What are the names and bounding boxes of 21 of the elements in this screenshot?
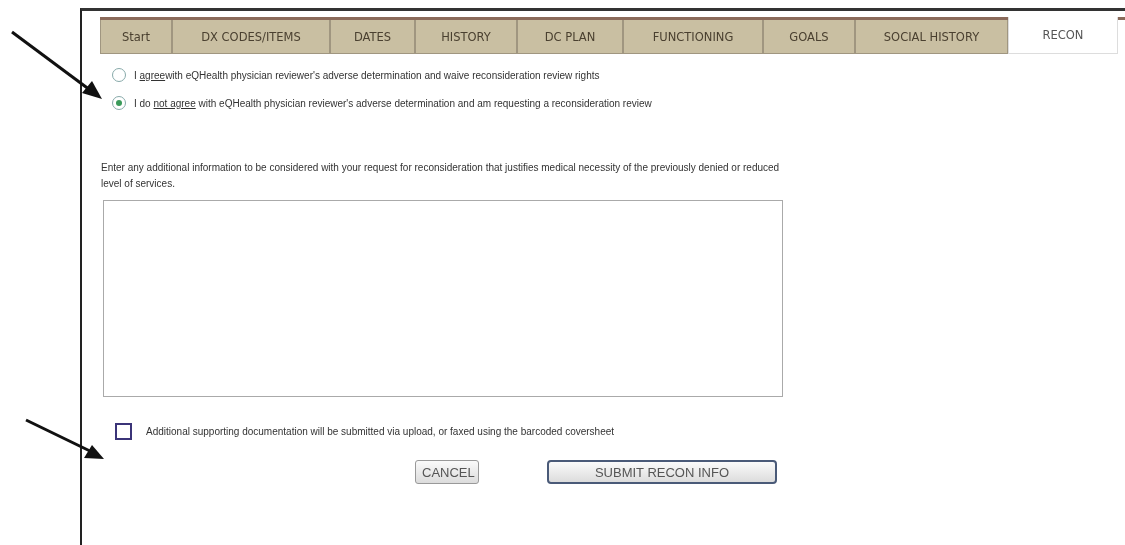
- tab[interactable]: FUNCTIONING: [623, 20, 763, 54]
- tab[interactable]: DATES: [330, 20, 415, 54]
- tab[interactable]: GOALS: [763, 20, 855, 54]
- additional-information-field[interactable]: [103, 200, 783, 397]
- tab[interactable]: HISTORY: [415, 20, 517, 54]
- tab[interactable]: DC PLAN: [517, 20, 623, 54]
- underlined-link[interactable]: not agree: [153, 97, 196, 109]
- submit-button[interactable]: SUBMIT RECON INFO: [547, 460, 777, 484]
- option-label: I agreewith eQHealth physician reviewer's adverse determination and waive reconsideration review rights: [134, 69, 600, 81]
- option-label: I do not agree with eQHealth physician reviewer's adverse determination and am requesting a reconsideration review: [134, 97, 652, 109]
- radio-button[interactable]: [112, 96, 126, 110]
- underlined-link[interactable]: agree: [139, 69, 166, 81]
- tab[interactable]: SOCIAL HISTORY: [855, 20, 1008, 54]
- tab[interactable]: Start: [100, 20, 172, 54]
- tab[interactable]: DX CODES/ITEMS: [172, 20, 330, 54]
- cancel-button[interactable]: CANCEL: [415, 460, 479, 484]
- tab[interactable]: RECON: [1008, 17, 1118, 54]
- checkbox[interactable]: [115, 423, 132, 440]
- checkbox-label: Additional supporting documentation will be submitted via upload, or faxed using the barcoded coversheet: [146, 426, 615, 437]
- radio-button[interactable]: [112, 68, 126, 82]
- instructions-text: Enter any additional information to be considered with your request for reconsideration that justifies medical necessity of the previously denied or reduced level of services.: [101, 161, 781, 191]
